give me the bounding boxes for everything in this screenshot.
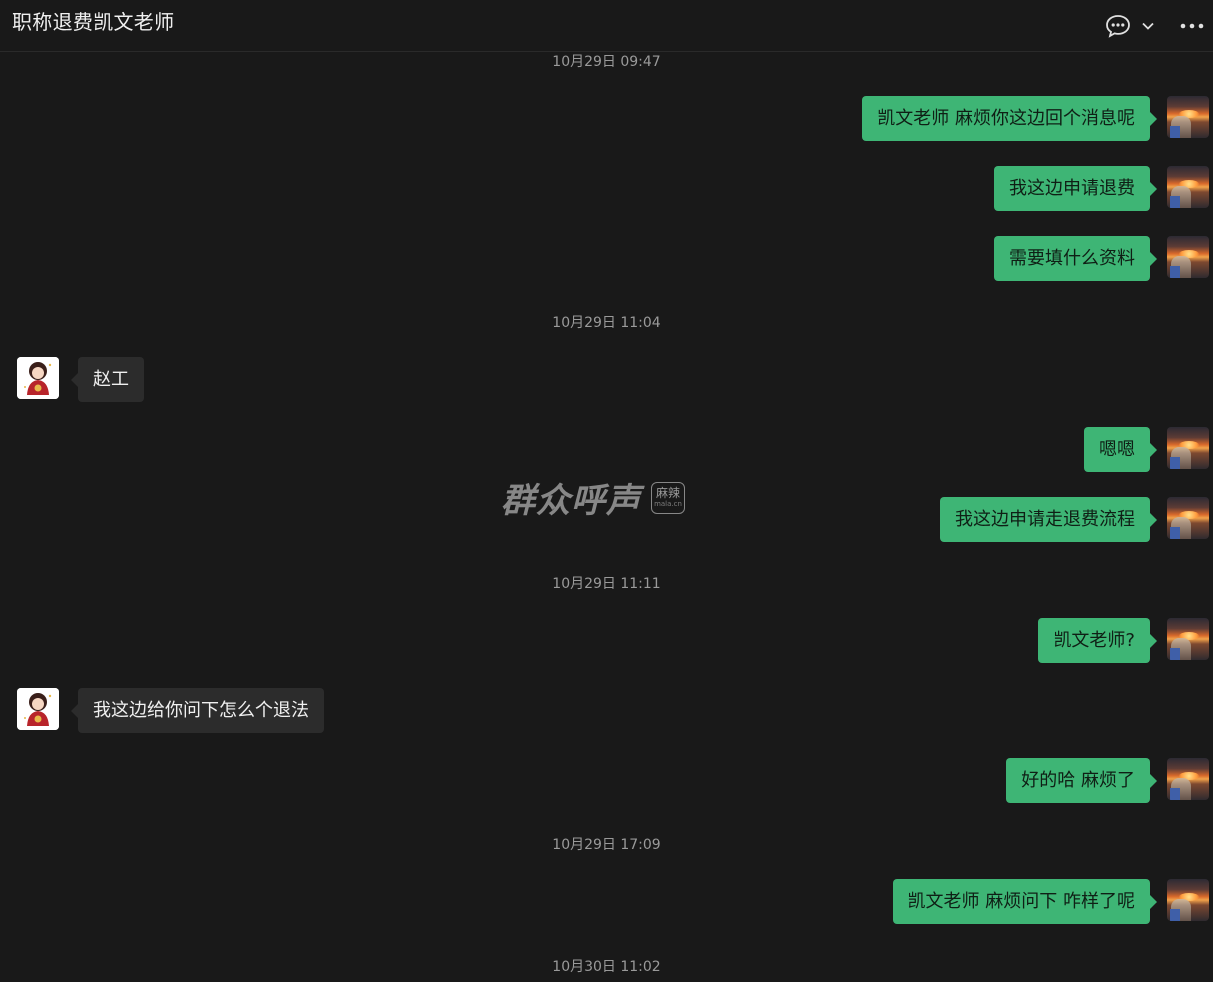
chat-header: 职称退费凯文老师 <box>0 0 1213 52</box>
timestamp: 10月29日 11:11 <box>552 576 661 592</box>
self-avatar[interactable] <box>1167 236 1209 278</box>
message-bubble-self[interactable]: 嗯嗯 <box>1084 427 1157 472</box>
self-avatar[interactable] <box>1167 96 1209 138</box>
chevron-down-icon[interactable] <box>1141 19 1155 33</box>
message-bubble-other[interactable]: 我这边给你问下怎么个退法 <box>71 688 324 733</box>
self-avatar[interactable] <box>1167 758 1209 800</box>
message-bubble-other[interactable]: 赵工 <box>71 357 144 402</box>
contact-avatar[interactable] <box>17 357 59 399</box>
contact-avatar[interactable] <box>17 688 59 730</box>
watermark-badge: 麻辣 mala.cn <box>651 481 685 514</box>
self-avatar[interactable] <box>1167 427 1209 469</box>
timestamp: 10月29日 11:04 <box>552 315 661 331</box>
watermark-badge-text: 麻辣 <box>655 486 680 500</box>
timestamp: 10月29日 09:47 <box>552 54 661 70</box>
self-avatar[interactable] <box>1167 497 1209 539</box>
message-bubble-self[interactable]: 凯文老师 麻烦你这边回个消息呢 <box>862 96 1157 141</box>
chat-title: 职称退费凯文老师 <box>12 10 175 34</box>
self-avatar[interactable] <box>1167 618 1209 660</box>
message-bubble-self[interactable]: 凯文老师? <box>1038 618 1157 663</box>
self-avatar[interactable] <box>1167 879 1209 921</box>
message-bubble-self[interactable]: 需要填什么资料 <box>994 236 1157 281</box>
self-avatar[interactable] <box>1167 166 1209 208</box>
watermark-badge-sub: mala.cn <box>654 500 682 508</box>
watermark-text: 群众呼声 <box>501 481 641 521</box>
timestamp: 10月30日 11:02 <box>552 959 661 975</box>
message-bubble-self[interactable]: 我这边申请走退费流程 <box>940 497 1157 542</box>
message-list[interactable]: 10月29日 09:47 凯文老师 麻烦你这边回个消息呢 我这边申请退费 需要填… <box>0 53 1213 982</box>
timestamp: 10月29日 17:09 <box>552 837 661 853</box>
message-bubble-self[interactable]: 好的哈 麻烦了 <box>1006 758 1157 803</box>
watermark: 群众呼声 麻辣 mala.cn <box>501 473 685 522</box>
header-actions <box>1105 14 1205 38</box>
message-bubble-self[interactable]: 我这边申请退费 <box>994 166 1157 211</box>
more-icon[interactable] <box>1179 22 1205 30</box>
chat-bubble-icon[interactable] <box>1105 14 1131 38</box>
message-bubble-self[interactable]: 凯文老师 麻烦问下 咋样了呢 <box>892 879 1158 924</box>
